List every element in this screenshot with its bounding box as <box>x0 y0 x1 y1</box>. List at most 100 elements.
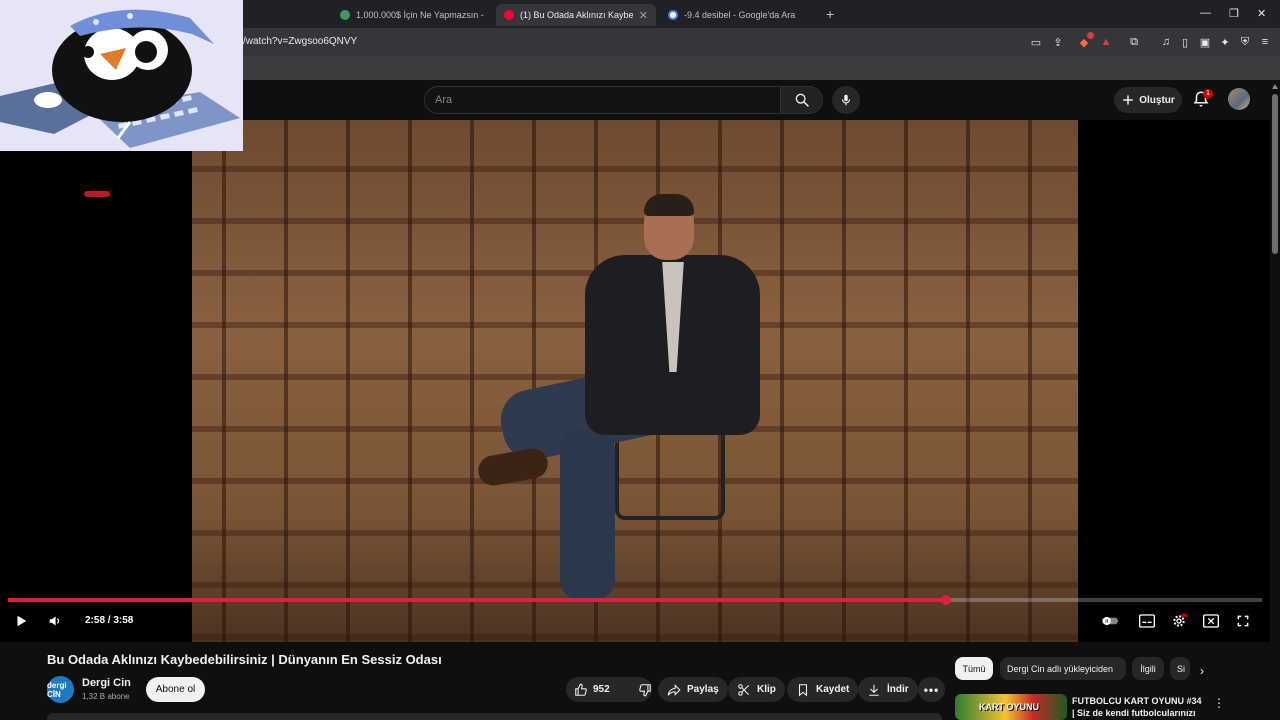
download-label: İndir <box>887 684 909 695</box>
scrollbar-thumb[interactable] <box>1272 94 1278 254</box>
media-icon[interactable]: ♫ <box>1159 35 1173 49</box>
cursor-highlight-mark <box>84 191 110 197</box>
search-placeholder: Ara <box>435 94 453 106</box>
save-button[interactable]: Kaydet <box>787 677 859 702</box>
thumbnail-text: KART OYUNU <box>979 702 1039 712</box>
save-label: Kaydet <box>816 684 850 695</box>
share-button[interactable]: Paylaş <box>658 677 728 702</box>
chair-shape <box>615 430 725 520</box>
more-vertical-icon[interactable]: ⋮ <box>1213 696 1225 710</box>
channel-avatar[interactable]: dergi CİN <box>47 676 74 703</box>
fullscreen-button[interactable] <box>1235 613 1251 629</box>
scroll-up-icon[interactable] <box>1272 84 1278 89</box>
vpn-icon[interactable]: ⛨ <box>1238 35 1252 49</box>
search-input[interactable]: Ara <box>424 86 781 114</box>
related-video-thumbnail[interactable]: KART OYUNU <box>955 694 1067 720</box>
brave-shield-icon[interactable]: ◆ <box>1077 32 1094 49</box>
share-page-icon[interactable]: ⇪ <box>1051 35 1065 49</box>
like-button[interactable]: 952 <box>566 677 618 702</box>
leo-ai-icon[interactable]: ✦ <box>1218 35 1232 49</box>
autoplay-toggle[interactable] <box>1102 613 1118 629</box>
bookmark-icon <box>798 683 808 696</box>
channel-name[interactable]: Dergi Cin <box>82 677 131 689</box>
tab-1[interactable]: 1.000.000$ İçin Ne Yapmazsın - Tier L <box>332 4 492 26</box>
share-icon <box>667 683 681 696</box>
clip-button[interactable]: Klip <box>728 677 785 702</box>
like-dislike-group: 952 <box>566 677 652 702</box>
streamer-overlay <box>0 0 243 151</box>
rewards-icon[interactable]: ▲ <box>1099 35 1113 49</box>
scissors-icon <box>738 683 750 696</box>
more-horizontal-icon: ••• <box>923 682 940 697</box>
download-button[interactable]: İndir <box>858 677 918 702</box>
play-icon <box>17 615 27 627</box>
related-video-title[interactable]: FUTBOLCU KART OYUNU #34 | Siz de kendi f… <box>1072 695 1202 720</box>
description-box[interactable] <box>47 713 942 720</box>
shoe-shape <box>475 446 551 488</box>
minimize-icon[interactable]: — <box>1200 7 1211 19</box>
search-icon <box>795 93 809 107</box>
subscriber-count: 1,32 B abone <box>82 692 130 701</box>
like-count: 952 <box>593 684 610 695</box>
subscribe-button[interactable]: Abone ol <box>146 677 205 702</box>
url-text[interactable]: /watch?v=Zwgsoo6QNVY <box>243 36 357 47</box>
time-display: 2:58 / 3:58 <box>85 615 134 626</box>
fullscreen-icon <box>1237 615 1249 627</box>
video-frame[interactable] <box>192 120 1078 642</box>
thumbs-up-icon <box>575 683 587 696</box>
tab-close-icon[interactable]: ✕ <box>639 9 648 22</box>
chevron-right-icon[interactable]: › <box>1200 664 1204 678</box>
miniplayer-icon <box>1203 614 1219 628</box>
clip-label: Klip <box>757 684 776 695</box>
person-hair-shape <box>644 194 694 216</box>
download-icon <box>869 684 879 696</box>
share-label: Paylaş <box>687 684 719 695</box>
chip-all[interactable]: Tümü <box>955 657 993 680</box>
page-scrollbar[interactable] <box>1270 80 1280 720</box>
new-tab-icon[interactable]: + <box>826 6 834 22</box>
voice-search-button[interactable] <box>832 86 860 114</box>
tab-2[interactable]: (1) Bu Odada Aklınızı Kaybedebi ✕ <box>496 4 656 26</box>
tab-label: (1) Bu Odada Aklınızı Kaybedebi <box>520 10 633 20</box>
youtube-favicon-icon <box>504 10 514 20</box>
person-leg-shape <box>560 430 615 600</box>
menu-icon[interactable]: ≡ <box>1258 35 1272 49</box>
install-app-icon[interactable]: ▭ <box>1029 35 1043 49</box>
scrubber-knob[interactable] <box>940 595 951 605</box>
plus-icon <box>1123 95 1133 105</box>
settings-button[interactable] <box>1171 613 1187 629</box>
miniplayer-button[interactable] <box>1203 613 1219 629</box>
tab-label: -9.4 desibel - Google'da Ara <box>684 10 796 20</box>
progress-fill <box>8 598 946 602</box>
autoplay-toggle-icon <box>1102 617 1118 625</box>
volume-button[interactable] <box>47 613 63 629</box>
badge-icon <box>1087 32 1094 39</box>
penguin-mascot-icon <box>0 9 240 148</box>
video-title: Bu Odada Aklınızı Kaybedebilirsiniz | Dü… <box>47 652 442 667</box>
wallet-icon[interactable]: ▣ <box>1198 35 1212 49</box>
account-avatar[interactable] <box>1228 88 1250 110</box>
create-label: Oluştur <box>1139 94 1175 106</box>
dislike-button[interactable] <box>630 677 660 702</box>
play-button[interactable] <box>13 613 29 629</box>
progress-bar[interactable] <box>8 595 1262 605</box>
close-window-icon[interactable]: ✕ <box>1257 7 1266 20</box>
subtitles-button[interactable] <box>1139 613 1155 629</box>
search-button[interactable] <box>781 86 823 114</box>
thumbs-down-icon <box>638 683 651 696</box>
tab-3[interactable]: -9.4 desibel - Google'da Ara <box>660 4 820 26</box>
screen: 1.000.000$ İçin Ne Yapmazsın - Tier L (1… <box>0 0 1280 720</box>
subtitles-icon <box>1139 614 1155 628</box>
sidebar-icon[interactable]: ▯ <box>1178 35 1192 49</box>
google-favicon-icon <box>668 10 678 20</box>
microphone-icon <box>841 94 851 106</box>
create-button[interactable]: Oluştur <box>1114 87 1182 113</box>
more-actions-button[interactable]: ••• <box>918 677 945 702</box>
notification-count-badge: 1 <box>1203 89 1213 99</box>
chip-from-uploader[interactable]: Dergi Cin adlı yükleyiciden <box>1000 657 1126 680</box>
maximize-icon[interactable]: ❐ <box>1229 7 1239 20</box>
chip-related[interactable]: İlgili <box>1132 657 1164 680</box>
tab-label: 1.000.000$ İçin Ne Yapmazsın - Tier L <box>356 10 484 20</box>
chip-truncated[interactable]: Si <box>1170 657 1190 680</box>
extension-icon[interactable]: ⧉ <box>1127 35 1141 49</box>
